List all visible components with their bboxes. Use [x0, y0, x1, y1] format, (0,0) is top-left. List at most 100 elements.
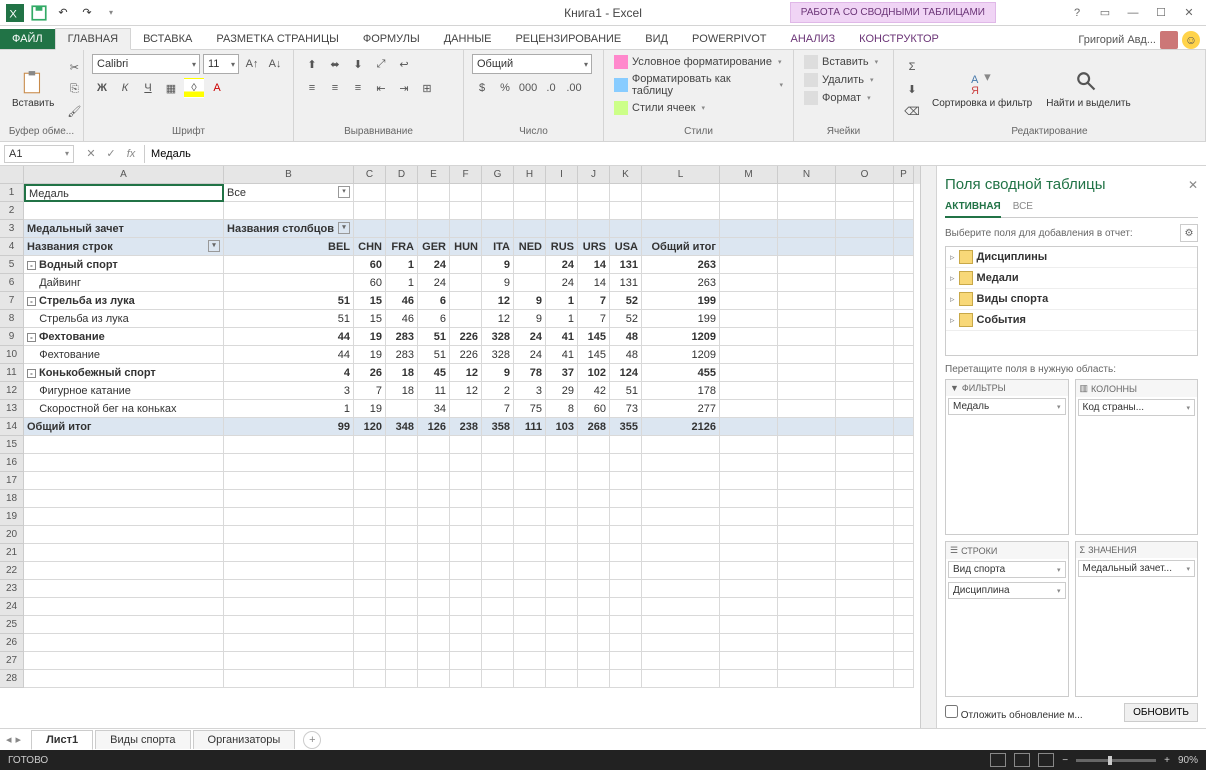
cell[interactable]: [894, 346, 914, 364]
pivot-field[interactable]: Медали: [946, 268, 1197, 289]
cell[interactable]: Общий итог: [24, 418, 224, 436]
cell[interactable]: [450, 544, 482, 562]
cell[interactable]: [224, 256, 354, 274]
cell[interactable]: GER: [418, 238, 450, 256]
cell[interactable]: 178: [642, 382, 720, 400]
cell[interactable]: [642, 184, 720, 202]
minimize-icon[interactable]: —: [1122, 4, 1144, 22]
cell[interactable]: [642, 508, 720, 526]
cell[interactable]: [894, 256, 914, 274]
row-header[interactable]: 24: [0, 598, 24, 616]
cell[interactable]: [836, 652, 894, 670]
row-header[interactable]: 12: [0, 382, 24, 400]
cell[interactable]: [720, 418, 778, 436]
cell[interactable]: [386, 580, 418, 598]
cell[interactable]: 199: [642, 292, 720, 310]
cell[interactable]: [482, 526, 514, 544]
cell[interactable]: [836, 436, 894, 454]
fx-icon[interactable]: fx: [122, 145, 140, 163]
cell[interactable]: 45: [418, 364, 450, 382]
cell[interactable]: [720, 310, 778, 328]
cell[interactable]: [482, 184, 514, 202]
cell[interactable]: [224, 652, 354, 670]
column-header[interactable]: J: [578, 166, 610, 184]
zoom-in-icon[interactable]: +: [1164, 755, 1170, 766]
cell[interactable]: [354, 562, 386, 580]
cell[interactable]: [778, 328, 836, 346]
cell[interactable]: Общий итог: [642, 238, 720, 256]
cell[interactable]: [778, 310, 836, 328]
align-center-icon[interactable]: ≡: [325, 78, 345, 98]
cell[interactable]: [386, 508, 418, 526]
cell[interactable]: [894, 544, 914, 562]
help-icon[interactable]: ?: [1066, 4, 1088, 22]
formula-input[interactable]: [144, 145, 1206, 163]
cell[interactable]: [894, 274, 914, 292]
cell[interactable]: [720, 382, 778, 400]
cell[interactable]: 14: [578, 256, 610, 274]
cell[interactable]: [610, 562, 642, 580]
cell[interactable]: [836, 184, 894, 202]
cell[interactable]: 51: [224, 292, 354, 310]
cell[interactable]: [354, 202, 386, 220]
cell[interactable]: [836, 238, 894, 256]
cell[interactable]: [720, 238, 778, 256]
increase-font-icon[interactable]: A↑: [242, 54, 262, 74]
cell[interactable]: 18: [386, 364, 418, 382]
cell[interactable]: 3: [514, 382, 546, 400]
cell[interactable]: [546, 670, 578, 688]
cell[interactable]: [514, 490, 546, 508]
percent-icon[interactable]: %: [495, 78, 515, 98]
delete-cells-button[interactable]: Удалить: [802, 72, 885, 88]
tab-page-layout[interactable]: РАЗМЕТКА СТРАНИЦЫ: [204, 29, 350, 49]
cell[interactable]: [836, 526, 894, 544]
cell[interactable]: [24, 670, 224, 688]
column-header[interactable]: F: [450, 166, 482, 184]
insert-cells-button[interactable]: Вставить: [802, 54, 885, 70]
cell[interactable]: [894, 364, 914, 382]
cell[interactable]: [610, 202, 642, 220]
spreadsheet-grid[interactable]: ABCDEFGHIJKLMNOP 1МедальВсе▾23Медальный …: [0, 166, 920, 728]
format-painter-icon[interactable]: 🖌: [64, 101, 84, 121]
cell[interactable]: [836, 490, 894, 508]
cell[interactable]: 199: [642, 310, 720, 328]
cell[interactable]: [482, 472, 514, 490]
cell[interactable]: [224, 526, 354, 544]
cell[interactable]: [450, 202, 482, 220]
cell[interactable]: [778, 544, 836, 562]
fill-icon[interactable]: ⬇: [902, 79, 922, 99]
cell[interactable]: [386, 526, 418, 544]
cell[interactable]: [642, 544, 720, 562]
cell[interactable]: [894, 418, 914, 436]
cell[interactable]: [418, 580, 450, 598]
pivot-value-item[interactable]: Медальный зачет...: [1078, 560, 1196, 577]
cell[interactable]: Скоростной бег на коньках: [24, 400, 224, 418]
filter-icon[interactable]: ▾: [208, 240, 220, 252]
cell[interactable]: 9: [482, 274, 514, 292]
cell[interactable]: 145: [578, 328, 610, 346]
cell[interactable]: [514, 454, 546, 472]
fill-color-icon[interactable]: ◊: [184, 78, 204, 98]
increase-decimal-icon[interactable]: .0: [541, 78, 561, 98]
cell[interactable]: [386, 670, 418, 688]
cell[interactable]: 238: [450, 418, 482, 436]
cell[interactable]: 4: [224, 364, 354, 382]
column-header[interactable]: B: [224, 166, 354, 184]
decrease-indent-icon[interactable]: ⇤: [371, 78, 391, 98]
cell[interactable]: [720, 490, 778, 508]
cell[interactable]: Медальный зачет: [24, 220, 224, 238]
cut-icon[interactable]: ✂: [64, 57, 84, 77]
cell[interactable]: [610, 454, 642, 472]
cell[interactable]: 145: [578, 346, 610, 364]
cell[interactable]: 1209: [642, 328, 720, 346]
cell[interactable]: [778, 400, 836, 418]
cell[interactable]: [610, 616, 642, 634]
cell[interactable]: 2: [482, 382, 514, 400]
cell[interactable]: [450, 562, 482, 580]
cell[interactable]: [24, 544, 224, 562]
pivot-filter-item[interactable]: Медаль: [948, 398, 1066, 415]
cell[interactable]: [224, 508, 354, 526]
cell[interactable]: 111: [514, 418, 546, 436]
cell[interactable]: 51: [418, 346, 450, 364]
cell[interactable]: 24: [418, 256, 450, 274]
